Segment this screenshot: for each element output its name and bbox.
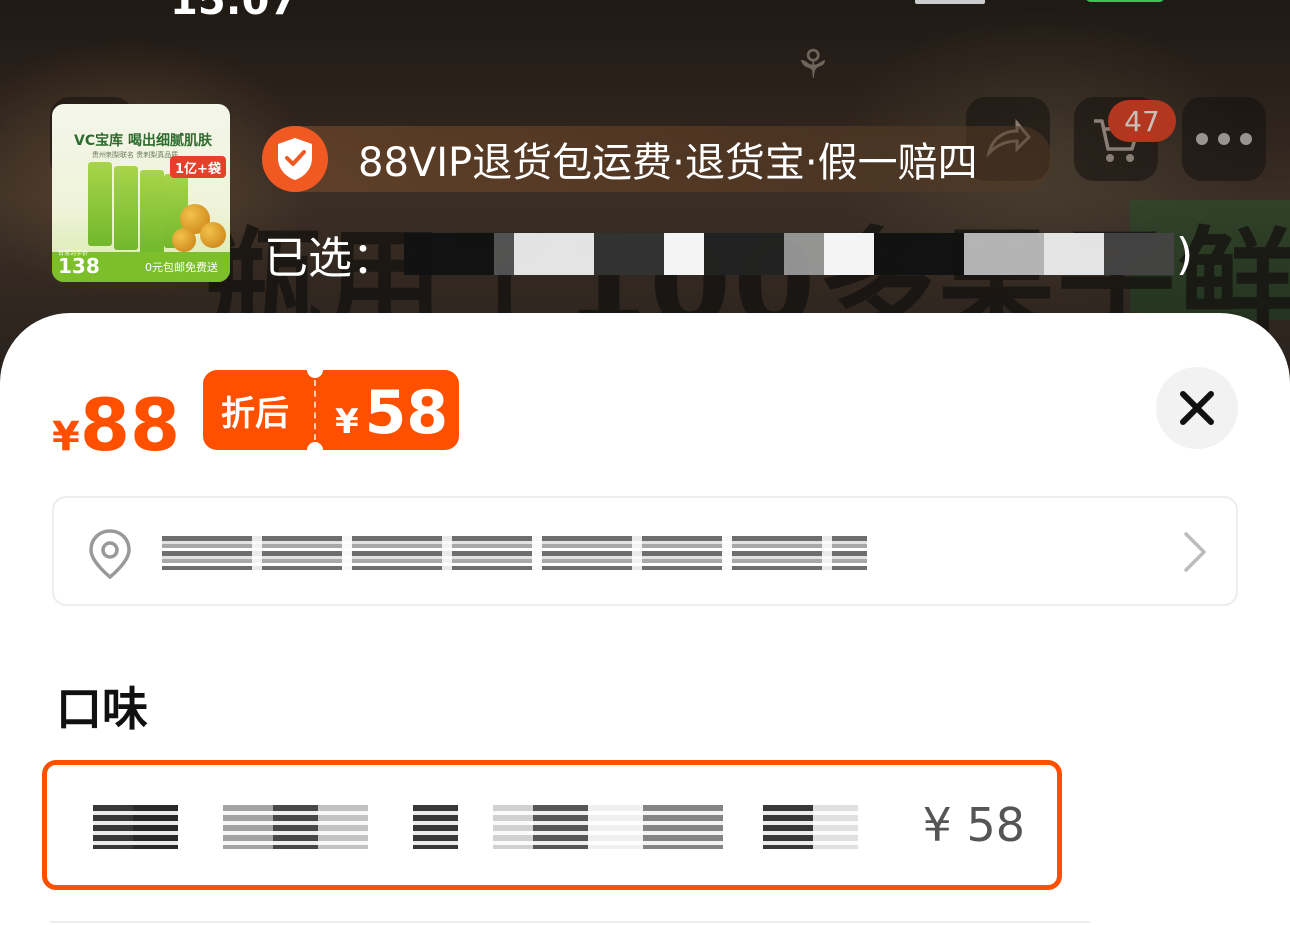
flavor-option-selected[interactable]: ¥ 58: [42, 760, 1062, 890]
shield-check-icon: [262, 126, 328, 192]
status-indicators: [915, 0, 1175, 8]
vip-guarantee-text: 88VIP退货包运费·退货宝·假一赔四: [358, 140, 978, 186]
close-icon: [1180, 391, 1214, 425]
selected-prefix: 已选：: [264, 233, 396, 284]
divider: [50, 921, 1090, 923]
selected-sku: 已选： ): [264, 222, 1193, 286]
close-button[interactable]: [1156, 367, 1238, 449]
delivery-address-selector[interactable]: [52, 496, 1238, 606]
sku-selector-sheet: ¥88 折后 ¥58 口味 ¥ 58: [0, 313, 1290, 925]
vip-guarantee-banner[interactable]: 88VIP退货包运费·退货宝·假一赔四: [262, 126, 1052, 192]
option-price: ¥ 58: [922, 798, 1025, 852]
flavor-section-title: 口味: [56, 682, 148, 736]
product-thumbnail[interactable]: VC宝库 喝出细腻肌肤 贵州刺梨联名 贵刺梨真品质 1亿+袋 日常到手价 138 …: [52, 104, 230, 282]
discount-label: 折后: [221, 393, 289, 434]
thumbnail-subtitle: 贵州刺梨联名 贵刺梨真品质: [92, 151, 179, 159]
thumbnail-price: 日常到手价 138: [58, 250, 100, 278]
original-price: ¥88: [52, 383, 181, 467]
location-pin-icon: [89, 529, 131, 580]
thumbnail-badge: 1亿+袋: [170, 156, 226, 178]
more-icon: [1196, 133, 1252, 145]
selected-suffix: ): [1176, 228, 1194, 280]
brand-logo-icon: ⚘: [795, 42, 831, 88]
status-time: 15:07: [170, 0, 298, 24]
signal-icon: [915, 0, 985, 4]
cart-count-badge: 47: [1108, 100, 1176, 142]
discount-price: ¥58: [335, 378, 449, 448]
thumbnail-shipping: 0元包邮免费送: [145, 261, 218, 274]
more-button[interactable]: [1182, 97, 1266, 181]
battery-icon: [1085, 0, 1165, 2]
discount-price-tag: 折后 ¥58: [203, 362, 459, 458]
thumbnail-title: VC宝库 喝出细腻肌肤: [74, 133, 212, 149]
chevron-right-icon: [1184, 532, 1206, 572]
redacted-sku-text: [404, 233, 1174, 275]
